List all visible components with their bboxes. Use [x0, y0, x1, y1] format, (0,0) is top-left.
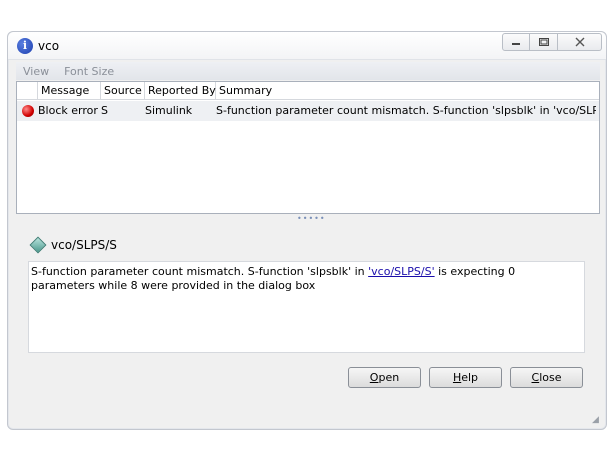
- column-header-message[interactable]: Message: [38, 82, 101, 100]
- title-bar[interactable]: i vco: [8, 32, 606, 60]
- detail-text-before: S-function parameter count mismatch. S-f…: [31, 265, 369, 278]
- detail-title: vco/SLPS/S: [51, 238, 117, 252]
- help-button[interactable]: Help: [429, 367, 502, 388]
- minimize-button[interactable]: [502, 33, 530, 51]
- table-row[interactable]: Block error S Simulink S-function parame…: [17, 101, 599, 121]
- close-window-button[interactable]: [558, 33, 602, 51]
- dialog-window: i vco View Font Size Message Source Repo…: [7, 31, 607, 430]
- error-icon: [22, 105, 34, 117]
- menu-view[interactable]: View: [23, 65, 49, 78]
- pane-splitter[interactable]: •••••: [297, 215, 325, 223]
- minimize-icon: [512, 43, 520, 45]
- help-button-mnemonic: H: [452, 371, 462, 384]
- menu-bar: View Font Size: [16, 62, 600, 80]
- resize-grip-icon[interactable]: ◢: [592, 415, 602, 425]
- message-table: Message Source Reported By Summary Block…: [16, 81, 600, 214]
- info-icon: i: [17, 38, 33, 54]
- close-button-label: lose: [539, 371, 562, 384]
- maximize-icon: [538, 38, 549, 46]
- cell-reported-by: Simulink: [145, 104, 193, 117]
- help-button-label: elp: [461, 371, 479, 384]
- cell-message: Block error: [38, 104, 98, 117]
- maximize-button[interactable]: [530, 33, 558, 51]
- column-header-reported-by[interactable]: Reported By: [145, 82, 216, 100]
- cell-summary: S-function parameter count mismatch. S-f…: [216, 104, 596, 117]
- open-button-label: pen: [378, 371, 400, 384]
- close-button[interactable]: Close: [510, 367, 583, 388]
- detail-header: vco/SLPS/S: [29, 236, 117, 254]
- block-path-link[interactable]: 'vco/SLPS/S': [368, 265, 434, 278]
- menu-font-size[interactable]: Font Size: [64, 65, 114, 78]
- column-header-summary[interactable]: Summary: [216, 82, 600, 100]
- block-icon: [29, 236, 47, 254]
- cell-source: S: [101, 104, 108, 117]
- table-header: Message Source Reported By Summary: [17, 82, 599, 100]
- column-header-source[interactable]: Source: [101, 82, 145, 100]
- detail-message: S-function parameter count mismatch. S-f…: [28, 261, 585, 353]
- window-title: vco: [38, 39, 60, 53]
- column-header-status[interactable]: [17, 82, 38, 100]
- open-button[interactable]: Open: [348, 367, 421, 388]
- window-controls: [502, 33, 602, 52]
- close-icon: [575, 37, 584, 47]
